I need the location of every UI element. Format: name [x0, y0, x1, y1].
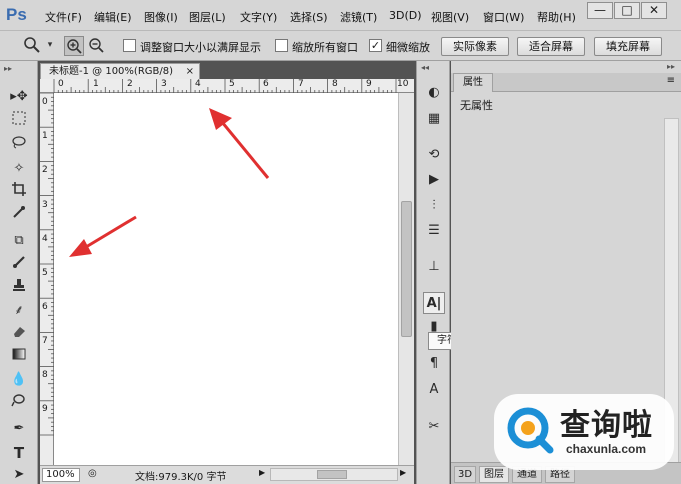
horizontal-scrollbar-thumb[interactable]: [317, 470, 347, 479]
arrow-to-vertical-ruler: [69, 215, 137, 257]
document-size-info: 文档:979.3K/0 字节: [135, 472, 227, 483]
status-info-icon[interactable]: ◎: [88, 468, 97, 479]
brush-settings-icon[interactable]: ☰: [423, 220, 445, 242]
zoom-level-field[interactable]: 100%: [42, 468, 80, 482]
scroll-right-icon[interactable]: ▶: [400, 468, 406, 477]
paragraph-icon[interactable]: ¶: [423, 353, 445, 375]
properties-tab-row: 属性 ≡: [451, 73, 681, 92]
watermark-url: chaxunla.com: [566, 442, 647, 456]
panel-expand-icon[interactable]: ▸▸: [667, 62, 675, 71]
watermark-title: 查询啦: [560, 408, 653, 443]
status-bar: 100% ◎ 文档:979.3K/0 字节 ▶ ▶: [40, 465, 414, 484]
tab-3d[interactable]: 3D: [454, 466, 476, 483]
scrollbar-thumb[interactable]: [401, 201, 412, 337]
no-properties-text: 无属性: [460, 99, 493, 112]
watermark-logo-icon: [507, 407, 554, 454]
tab-properties[interactable]: 属性: [453, 73, 493, 92]
adjustments-icon[interactable]: ◐: [423, 82, 445, 104]
actions-icon[interactable]: ▶: [423, 169, 445, 191]
canvas-horizontal-scrollbar[interactable]: [270, 468, 398, 481]
properties-icon[interactable]: ▦: [423, 108, 445, 130]
canvas-vertical-scrollbar[interactable]: [398, 93, 414, 465]
arrow-to-horizontal-ruler: [209, 108, 270, 179]
watermark: 查询啦 chaxunla.com: [494, 394, 674, 470]
tab-layers[interactable]: 图层: [479, 466, 509, 483]
character-panel-icon[interactable]: A|: [423, 292, 445, 314]
dock-collapse-icon[interactable]: ◂◂: [421, 63, 429, 72]
tool-presets-icon[interactable]: ✂: [423, 416, 445, 438]
character-styles-icon[interactable]: A: [423, 379, 445, 401]
status-menu-arrow-icon[interactable]: ▶: [259, 468, 265, 477]
history-icon[interactable]: ⟲: [423, 144, 445, 166]
brush-presets-icon[interactable]: ⫶: [423, 195, 445, 217]
clone-source-icon[interactable]: ⊥: [423, 256, 445, 278]
panel-dock: ◂◂ ◐ ▦ ⟲ ▶ ⫶ ☰ ⊥ A| ▮ ¶ A ✂: [416, 61, 450, 484]
panel-menu-icon[interactable]: ≡: [667, 75, 675, 86]
